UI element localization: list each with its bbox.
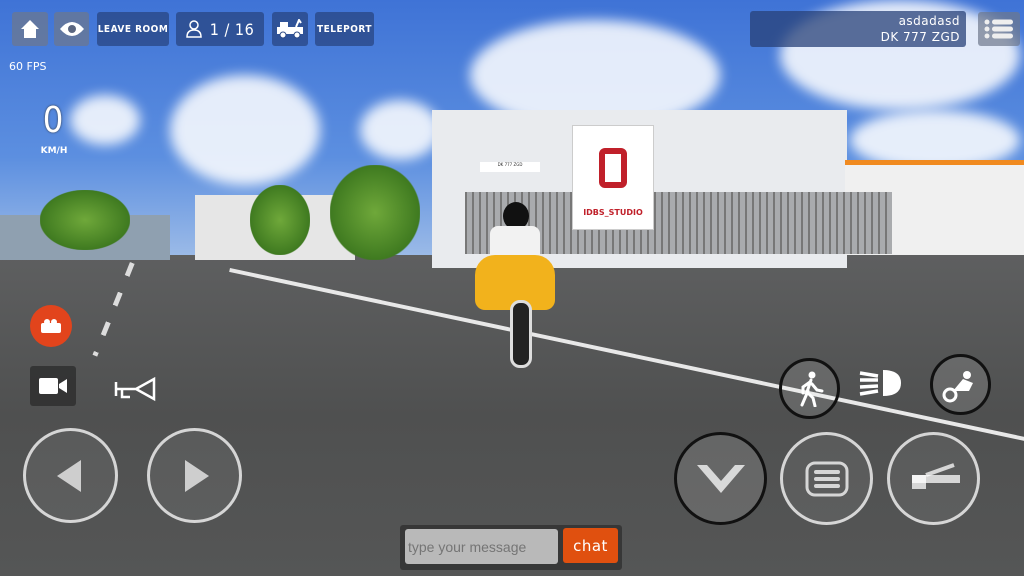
- tree: [330, 165, 420, 260]
- exit-vehicle-button[interactable]: [779, 358, 840, 419]
- walking-person-icon: [800, 371, 823, 407]
- equals-lines-icon: [805, 461, 848, 496]
- spectate-button[interactable]: [54, 12, 89, 46]
- steer-left-button[interactable]: [23, 428, 118, 523]
- brake-button[interactable]: [887, 432, 980, 525]
- chat-input[interactable]: [405, 529, 558, 564]
- billboard: IDBS_STUDIO: [572, 125, 654, 230]
- tree: [250, 185, 310, 255]
- menu-button[interactable]: [978, 12, 1020, 46]
- chevron-down-icon: [696, 464, 745, 493]
- building-sign: DK 777 ZGD: [480, 162, 540, 172]
- tree: [40, 190, 130, 250]
- video-camera-icon: [39, 378, 67, 394]
- home-icon: [21, 20, 39, 38]
- camera-icon: [41, 319, 61, 333]
- list-menu-icon: [984, 19, 1013, 39]
- throttle-down-button[interactable]: [674, 432, 767, 525]
- tow-button[interactable]: [272, 12, 308, 46]
- tow-truck-icon: [277, 19, 303, 39]
- gear-menu-button[interactable]: [780, 432, 873, 525]
- steer-right-button[interactable]: [147, 428, 242, 523]
- headlight-icon: [859, 370, 901, 396]
- eye-icon: [59, 22, 84, 36]
- home-button[interactable]: [12, 12, 48, 46]
- speed-unit: KM/H: [40, 146, 68, 156]
- horn-button[interactable]: [114, 376, 160, 408]
- user-icon: [186, 20, 202, 38]
- player-info-panel: asdadasd DK 777 ZGD: [750, 11, 966, 47]
- speedometer-value: 0: [42, 100, 64, 141]
- player-count[interactable]: 1 / 16: [176, 12, 264, 46]
- teleport-button[interactable]: TELEPORT: [315, 12, 374, 46]
- camera-switch-button[interactable]: [30, 305, 72, 347]
- motorcycle-rider: [470, 200, 560, 370]
- horn-icon: [114, 376, 156, 402]
- player-plate: DK 777 ZGD: [880, 30, 960, 44]
- brake-lever-icon: [911, 462, 960, 489]
- motorcycle-icon: [942, 370, 973, 402]
- record-button[interactable]: [30, 366, 76, 406]
- arrow-left-icon: [56, 459, 81, 492]
- leave-room-button[interactable]: LEAVE ROOM: [97, 12, 169, 46]
- chat-send-button[interactable]: chat: [563, 528, 618, 563]
- arrow-right-icon: [184, 459, 209, 492]
- fps-counter: 60 FPS: [9, 60, 47, 73]
- chat-bar: chat: [400, 525, 622, 570]
- player-count-label: 1 / 16: [209, 19, 255, 39]
- player-name: asdadasd: [898, 14, 960, 28]
- headlight-button[interactable]: [857, 367, 903, 403]
- wheelie-button[interactable]: [930, 354, 991, 415]
